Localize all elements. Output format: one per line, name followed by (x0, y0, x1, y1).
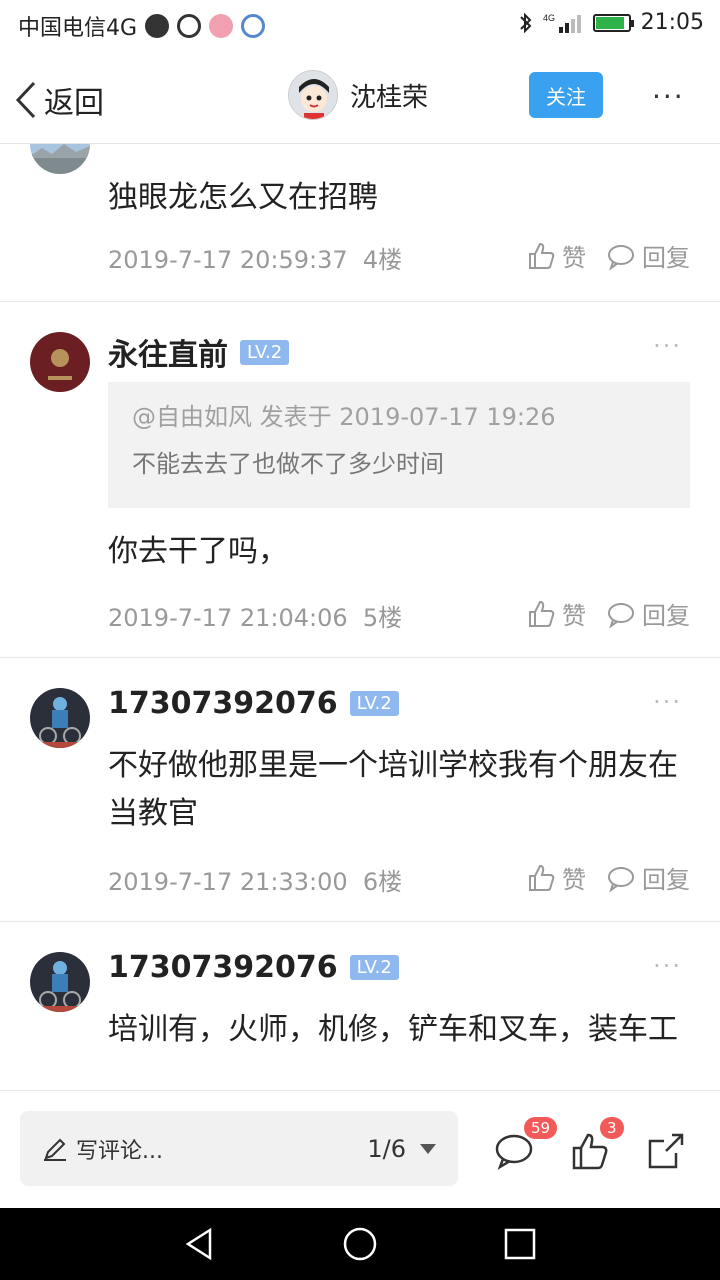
status-right: 4G 21:05 (519, 10, 704, 35)
speech-bubble-icon (608, 244, 634, 271)
passport-avatar-icon (30, 332, 90, 392)
like-button[interactable]: 赞 (526, 596, 586, 631)
speech-bubble-icon (608, 602, 634, 629)
app-icon-2 (241, 14, 266, 38)
reply-button[interactable]: 回复 (606, 596, 690, 631)
comment-meta: 2019-7-17 20:59:37 4楼 (108, 240, 402, 275)
comment-text: 你去干了吗， (108, 534, 288, 569)
username[interactable]: 17307392076 (108, 950, 338, 985)
cyclist-avatar-icon (30, 688, 90, 748)
like-button[interactable]: 赞 (526, 860, 586, 895)
like-label: 赞 (562, 866, 586, 894)
nav-user[interactable]: 沈桂荣 (288, 70, 428, 120)
back-label: 返回 (44, 86, 104, 121)
battery-icon (592, 13, 634, 32)
reply-label: 回复 (642, 602, 690, 630)
page-selector[interactable]: 1/6 (367, 1135, 436, 1163)
nav-username: 沈桂荣 (350, 82, 429, 113)
level-badge: LV.2 (240, 339, 290, 365)
k-icon (177, 14, 202, 38)
thumbs-up-icon (529, 242, 555, 269)
comment-time: 2019-7-17 21:33:00 (108, 868, 348, 896)
status-bar: 中国电信4G 4G 21:05 (0, 0, 720, 50)
comment-item: 17307392076 LV.2 ··· 培训有，火师，机修，铲车和叉车，装车工 (0, 922, 720, 1090)
back-triangle-icon[interactable] (182, 1226, 218, 1262)
bluetooth-icon (519, 12, 532, 33)
status-left: 中国电信4G (18, 10, 266, 42)
like-label: 赞 (562, 602, 586, 630)
chevron-left-icon (15, 81, 36, 119)
reply-label: 回复 (642, 866, 690, 894)
clock: 21:05 (640, 10, 704, 35)
comment-time: 2019-7-17 20:59:37 (108, 246, 348, 274)
reply-button[interactable]: 回复 (606, 860, 690, 895)
level-badge: LV.2 (349, 955, 399, 980)
username[interactable]: 永往直前 (108, 330, 228, 374)
floor-label: 6楼 (362, 868, 403, 896)
comment-time: 2019-7-17 21:04:06 (108, 604, 348, 632)
carrier-label: 中国电信4G (18, 16, 138, 41)
floor-label: 4楼 (362, 246, 403, 274)
more-icon[interactable]: ··· (653, 952, 682, 980)
cartoon-avatar-icon (289, 71, 337, 119)
reply-label: 回复 (642, 244, 690, 272)
comment-placeholder: 写评论... (76, 1138, 163, 1164)
comment-actions: 赞 回复 (526, 238, 690, 273)
more-icon[interactable]: ··· (653, 332, 682, 360)
floor-label: 5楼 (362, 604, 403, 632)
cyclist-avatar-icon (30, 952, 90, 1012)
thumbs-up-icon (529, 864, 555, 891)
back-button[interactable]: 返回 (14, 78, 104, 122)
comment-actions: 赞 回复 (526, 860, 690, 895)
comment-text: 独眼龙怎么又在招聘 (108, 180, 378, 215)
comment-item: 17307392076 LV.2 ··· 不好做他那里是一个培训学校我有个朋友在… (0, 658, 720, 922)
user-row: 永往直前 LV.2 (108, 330, 290, 374)
svg-text:4G: 4G (543, 13, 555, 23)
follow-button[interactable]: 关注 (529, 72, 603, 118)
comment-actions: 赞 回复 (526, 596, 690, 631)
dropdown-arrow-icon (420, 1143, 436, 1154)
comment-text: 培训有，火师，机修，铲车和叉车，装车工 (108, 1012, 678, 1047)
comment-item: 独眼龙怎么又在招聘 2019-7-17 20:59:37 4楼 赞 回复 (0, 114, 720, 302)
top-nav-bar: 返回 沈桂荣 关注 ··· (0, 50, 720, 144)
level-badge: LV.2 (349, 691, 399, 716)
more-icon[interactable]: ··· (653, 688, 682, 716)
app-icon (209, 14, 234, 38)
username[interactable]: 17307392076 (108, 686, 338, 721)
quoted-comment[interactable]: @自由如风 发表于 2019-07-17 19:26 不能去去了也做不了多少时间 (108, 382, 690, 508)
avatar[interactable] (30, 688, 90, 748)
avatar[interactable] (30, 332, 90, 392)
comment-text: 不好做他那里是一个培训学校我有个朋友在当教官 (108, 748, 678, 831)
user-row: 17307392076 LV.2 (108, 950, 399, 985)
like-label: 赞 (562, 244, 586, 272)
signal-icon: 4G (543, 13, 581, 33)
battery-level (595, 16, 625, 29)
home-circle-icon[interactable] (342, 1226, 378, 1262)
speech-bubble-icon (608, 866, 634, 893)
user-row: 17307392076 LV.2 (108, 686, 399, 721)
avatar[interactable] (30, 952, 90, 1012)
quote-text: 不能去去了也做不了多少时间 (132, 450, 444, 478)
pencil-icon (44, 1138, 66, 1161)
bottom-action-bar: 写评论... 1/6 59 3 (0, 1090, 720, 1208)
avatar[interactable] (288, 70, 338, 120)
reply-button[interactable]: 回复 (606, 238, 690, 273)
like-count-badge: 3 (600, 1117, 624, 1139)
share-icon[interactable] (646, 1131, 686, 1171)
page-indicator: 1/6 (367, 1134, 406, 1163)
system-navigation-bar (0, 1208, 720, 1280)
comment-input[interactable]: 写评论... 1/6 (20, 1111, 458, 1186)
comment-count-badge: 59 (524, 1117, 558, 1139)
more-icon[interactable]: ··· (652, 80, 685, 113)
comment-meta: 2019-7-17 21:33:00 6楼 (108, 862, 402, 897)
like-button[interactable]: 赞 (526, 238, 586, 273)
comment-meta: 2019-7-17 21:04:06 5楼 (108, 598, 402, 633)
recent-apps-icon[interactable] (502, 1226, 538, 1262)
thumbs-up-icon (529, 600, 555, 627)
qq-icon (145, 14, 170, 38)
comment-item: 永往直前 LV.2 ··· @自由如风 发表于 2019-07-17 19:26… (0, 302, 720, 658)
quote-header: @自由如风 发表于 2019-07-17 19:26 (132, 403, 556, 431)
